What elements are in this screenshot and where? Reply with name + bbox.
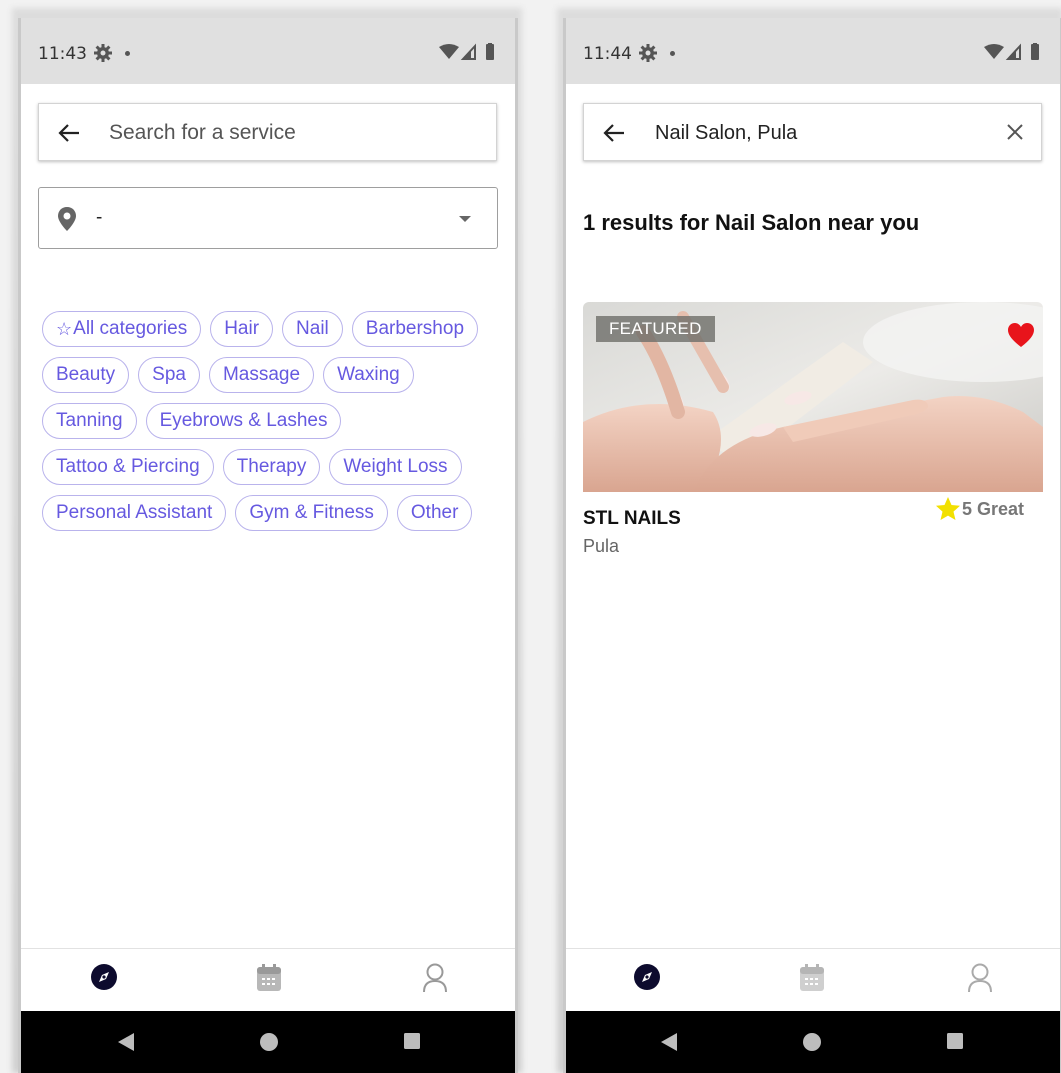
bottom-navigation (566, 948, 1060, 1012)
close-icon[interactable] (1005, 122, 1025, 142)
profile-icon[interactable] (968, 963, 992, 993)
status-bar: 11:44 (566, 18, 1060, 84)
profile-icon[interactable] (423, 963, 447, 993)
category-chip-gym-fitness[interactable]: Gym & Fitness (235, 495, 388, 531)
category-chip-massage[interactable]: Massage (208, 357, 315, 393)
category-chip-label: Nail (296, 318, 329, 339)
home-circle-icon[interactable] (802, 1032, 822, 1052)
chevron-down-icon (459, 216, 471, 222)
category-chip-label: Waxing (337, 364, 400, 385)
category-chip-beauty[interactable]: Beauty (42, 357, 130, 393)
category-chip-personal-assistant[interactable]: Personal Assistant (42, 495, 227, 531)
back-arrow-icon[interactable] (602, 121, 626, 145)
recents-square-icon[interactable] (946, 1032, 964, 1050)
category-chip-tanning[interactable]: Tanning (42, 403, 137, 439)
settings-icon (94, 44, 112, 62)
status-time: 11:44 (583, 44, 632, 64)
category-chip-barbershop[interactable]: Barbershop (351, 311, 479, 347)
category-chip-label: Tanning (56, 410, 123, 431)
result-rating: 5 Great (935, 496, 1024, 522)
rating-text: 5 Great (961, 498, 1024, 519)
calendar-icon[interactable] (255, 963, 283, 993)
category-chip-label: Weight Loss (343, 456, 448, 477)
compass-icon[interactable] (633, 963, 661, 991)
search-input[interactable]: Nail Salon, Pula (655, 122, 797, 145)
location-value: - (96, 207, 103, 228)
calendar-icon[interactable] (798, 963, 826, 993)
location-pin-icon (58, 207, 76, 231)
category-chip-label: All categories (73, 318, 188, 339)
category-chip-nail[interactable]: Nail (282, 311, 343, 347)
result-card-image[interactable]: FEATURED (583, 302, 1043, 492)
category-chip-label: Massage (222, 364, 301, 385)
category-chip-label: Hair (224, 318, 260, 339)
star-icon (935, 497, 960, 520)
category-chip-label: Eyebrows & Lashes (159, 410, 328, 431)
result-location: Pula (583, 536, 620, 556)
category-chip-therapy[interactable]: Therapy (222, 449, 321, 485)
wifi-signal-battery-icon (439, 43, 494, 60)
notification-dot-icon (670, 51, 675, 56)
search-input[interactable]: Search for a service (109, 121, 296, 145)
category-chip-label: Beauty (56, 364, 116, 385)
category-chip-spa[interactable]: Spa (138, 357, 200, 393)
status-time: 11:43 (38, 44, 87, 64)
right-phone-screen: 11:44 Nail Salon, Pula 1 results for Nai… (563, 18, 1061, 1073)
bottom-navigation (21, 948, 515, 1012)
featured-badge: FEATURED (596, 316, 715, 342)
compass-icon[interactable] (90, 963, 118, 991)
left-phone-screen: 11:43 Search for a service - ☆ All categ… (18, 18, 518, 1073)
android-navigation-bar (21, 1011, 515, 1073)
back-arrow-icon[interactable] (57, 121, 81, 145)
category-chip-label: Therapy (236, 456, 307, 477)
category-chip-all[interactable]: ☆ All categories (42, 311, 202, 347)
heart-icon[interactable] (1007, 322, 1035, 348)
category-chip-other[interactable]: Other (396, 495, 473, 531)
category-chip-label: Tattoo & Piercing (56, 456, 200, 477)
wifi-signal-battery-icon (984, 43, 1039, 60)
category-chip-eyebrows-lashes[interactable]: Eyebrows & Lashes (145, 403, 342, 439)
category-chip-tattoo-piercing[interactable]: Tattoo & Piercing (42, 449, 214, 485)
results-heading: 1 results for Nail Salon near you (583, 210, 920, 235)
recents-square-icon[interactable] (403, 1032, 421, 1050)
back-triangle-icon[interactable] (660, 1032, 678, 1052)
location-dropdown[interactable]: - (38, 187, 498, 249)
category-chips: ☆ All categories Hair Nail Barbershop Be… (42, 311, 502, 531)
service-search-bar[interactable]: Nail Salon, Pula (583, 103, 1042, 161)
result-title[interactable]: STL NAILS (583, 508, 681, 530)
back-triangle-icon[interactable] (117, 1032, 135, 1052)
star-outline-icon: ☆ (56, 318, 73, 339)
category-chip-label: Spa (152, 364, 186, 385)
notification-dot-icon (125, 51, 130, 56)
settings-icon (639, 44, 657, 62)
category-chip-hair[interactable]: Hair (210, 311, 274, 347)
category-chip-label: Gym & Fitness (249, 502, 374, 523)
category-chip-label: Barbershop (365, 318, 465, 339)
category-chip-waxing[interactable]: Waxing (323, 357, 414, 393)
category-chip-label: Personal Assistant (56, 502, 213, 523)
android-navigation-bar (566, 1011, 1060, 1073)
status-bar: 11:43 (21, 18, 515, 84)
category-chip-label: Other (410, 502, 459, 523)
category-chip-weight-loss[interactable]: Weight Loss (329, 449, 462, 485)
home-circle-icon[interactable] (259, 1032, 279, 1052)
service-search-bar[interactable]: Search for a service (38, 103, 497, 161)
